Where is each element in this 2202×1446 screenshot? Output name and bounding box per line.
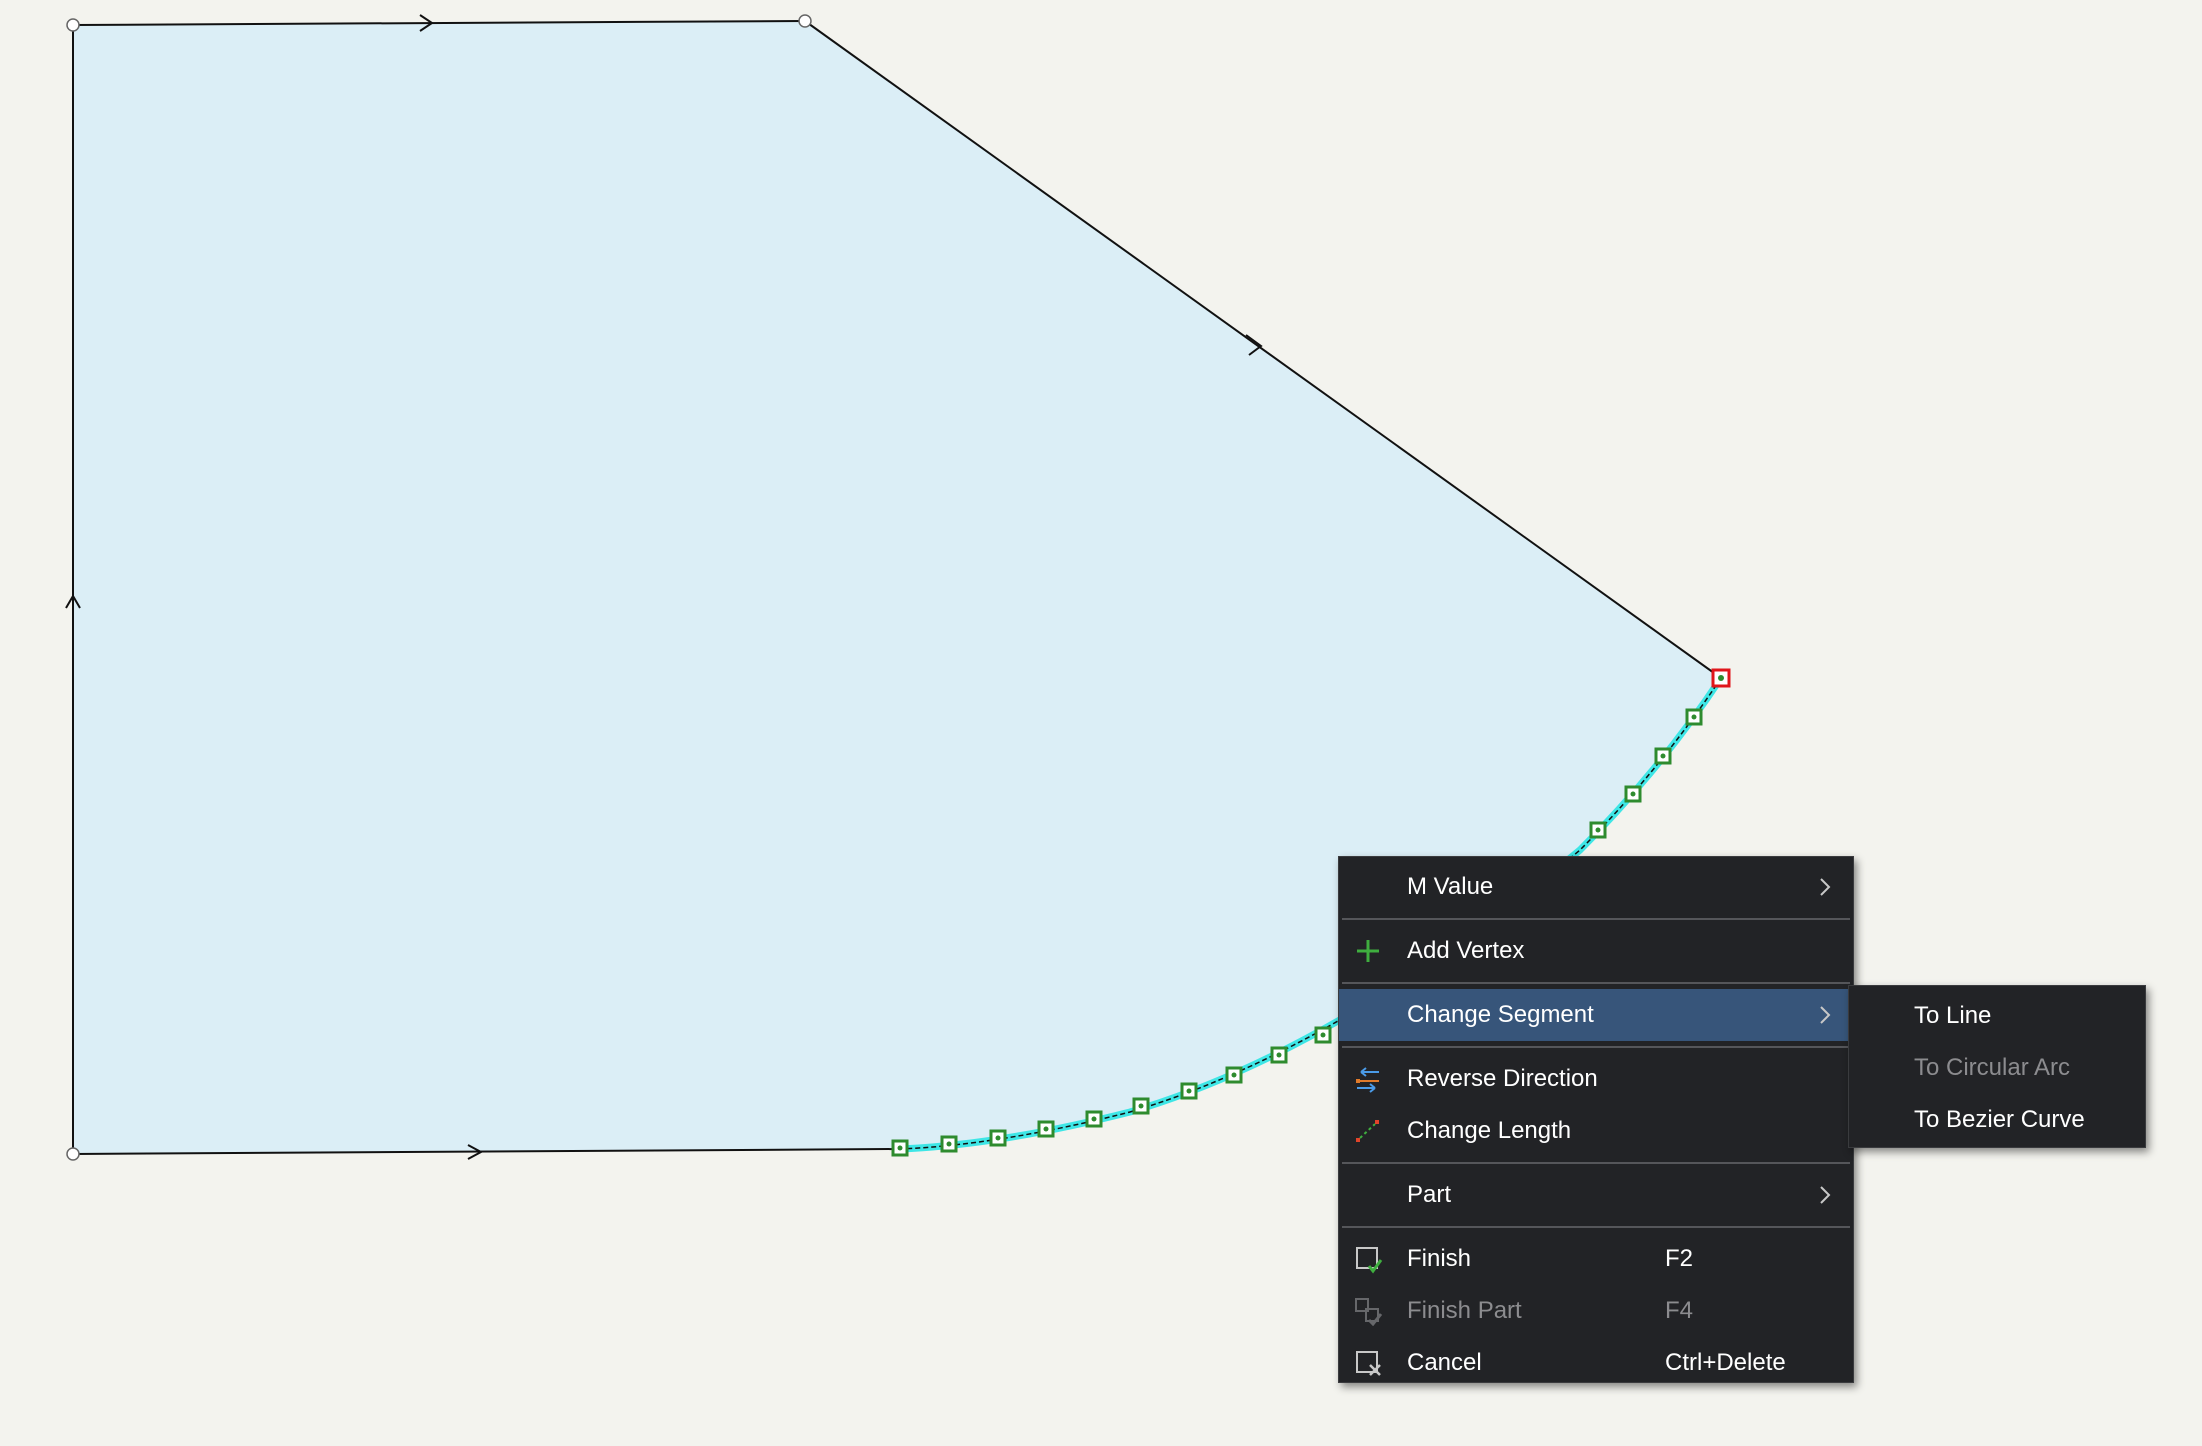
- cancel-icon: [1356, 1351, 1381, 1376]
- submenu-item-to-line[interactable]: To Line: [1849, 990, 2145, 1042]
- change-segment-submenu: To Line To Circular Arc To Bezier Curve: [1848, 985, 2146, 1148]
- menu-item-m-value[interactable]: M Value: [1339, 861, 1853, 913]
- finish-part-icon: [1355, 1298, 1383, 1326]
- menu-separator: [1342, 1046, 1850, 1048]
- curve-vertex[interactable]: [1085, 1110, 1103, 1128]
- menu-item-label: Finish: [1407, 1245, 1472, 1272]
- vertex-bottom-left[interactable]: [66, 1147, 80, 1161]
- menu-item-shortcut: Ctrl+Delete: [1665, 1349, 1786, 1376]
- menu-item-label: Change Segment: [1407, 1001, 1594, 1028]
- curve-vertex[interactable]: [1685, 708, 1703, 726]
- menu-separator: [1342, 1226, 1850, 1228]
- menu-item-label: M Value: [1407, 873, 1494, 900]
- chevron-right-icon: [1820, 878, 1831, 896]
- menu-item-finish[interactable]: Finish F2: [1339, 1233, 1853, 1285]
- curve-vertex[interactable]: [989, 1129, 1007, 1147]
- context-menu: M Value Add Vertex Change Segment Revers…: [1338, 856, 1854, 1383]
- menu-item-part[interactable]: Part: [1339, 1169, 1853, 1221]
- submenu-item-to-bezier-curve[interactable]: To Bezier Curve: [1849, 1094, 2145, 1146]
- curve-vertex[interactable]: [1225, 1066, 1243, 1084]
- vertex-top-left[interactable]: [66, 18, 80, 32]
- plus-icon: [1357, 940, 1379, 962]
- chevron-right-icon: [1820, 1006, 1831, 1024]
- menu-item-reverse-direction[interactable]: Reverse Direction: [1339, 1053, 1853, 1105]
- menu-item-change-segment[interactable]: Change Segment: [1339, 989, 1853, 1041]
- menu-item-change-length[interactable]: Change Length: [1339, 1105, 1853, 1157]
- change-length-icon: [1356, 1120, 1379, 1142]
- menu-item-label: To Line: [1914, 1002, 1992, 1029]
- menu-separator: [1342, 918, 1850, 920]
- curve-vertex[interactable]: [1654, 747, 1672, 765]
- chevron-right-icon: [1820, 1186, 1831, 1204]
- menu-separator: [1342, 1162, 1850, 1164]
- map-canvas[interactable]: [0, 0, 2202, 1446]
- menu-item-label: To Bezier Curve: [1914, 1106, 2085, 1133]
- menu-item-add-vertex[interactable]: Add Vertex: [1339, 925, 1853, 977]
- menu-item-label: Part: [1407, 1181, 1452, 1208]
- curve-vertex[interactable]: [1589, 821, 1607, 839]
- curve-vertex[interactable]: [1132, 1097, 1150, 1115]
- menu-item-shortcut: F4: [1665, 1297, 1694, 1324]
- menu-item-label: Finish Part: [1407, 1297, 1522, 1324]
- menu-item-label: Reverse Direction: [1407, 1065, 1598, 1092]
- selected-vertex[interactable]: [1711, 668, 1731, 688]
- curve-vertex[interactable]: [1624, 785, 1642, 803]
- submenu-item-to-circular-arc[interactable]: To Circular Arc: [1849, 1042, 2145, 1094]
- finish-icon: [1356, 1247, 1383, 1274]
- curve-vertex[interactable]: [1314, 1026, 1332, 1044]
- curve-vertex[interactable]: [1180, 1082, 1198, 1100]
- menu-item-label: Cancel: [1407, 1349, 1482, 1376]
- vertex-top-right[interactable]: [798, 14, 812, 28]
- menu-item-finish-part[interactable]: Finish Part F4: [1339, 1285, 1853, 1337]
- menu-item-label: Change Length: [1407, 1117, 1572, 1144]
- curve-vertex[interactable]: [891, 1139, 909, 1157]
- reverse-direction-icon: [1356, 1067, 1379, 1093]
- curve-vertex[interactable]: [1037, 1120, 1055, 1138]
- menu-item-label: To Circular Arc: [1914, 1054, 2071, 1081]
- menu-separator: [1342, 982, 1850, 984]
- menu-item-label: Add Vertex: [1407, 937, 1525, 964]
- menu-item-shortcut: F2: [1665, 1245, 1694, 1272]
- menu-item-cancel[interactable]: Cancel Ctrl+Delete: [1339, 1337, 1853, 1389]
- curve-vertex[interactable]: [1270, 1046, 1288, 1064]
- curve-vertex[interactable]: [940, 1135, 958, 1153]
